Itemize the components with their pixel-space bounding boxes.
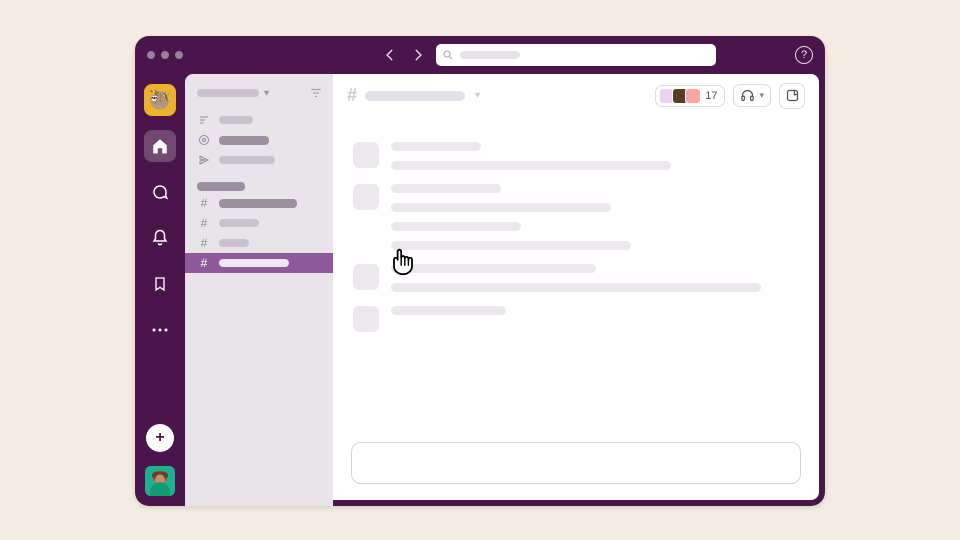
sidebar-label-skeleton [219,156,275,164]
app-window: ? 🦥 + [135,36,825,506]
home-icon [151,137,169,155]
text-skeleton [391,264,596,273]
window-max-dot[interactable] [175,51,183,59]
members-button[interactable]: 17 [655,85,725,107]
window-close-dot[interactable] [147,51,155,59]
message-item[interactable] [353,142,797,170]
channel-label-skeleton [219,199,297,208]
back-button[interactable] [380,45,400,65]
main-panel: # ▾ 17 ▾ [333,74,819,500]
app-body: 🦥 + [135,74,825,506]
help-icon: ? [801,49,807,61]
member-avatars [659,88,701,104]
chevron-down-icon: ▾ [264,88,269,99]
sidebar-nav-mentions[interactable] [185,130,333,150]
sidebar-nav-threads[interactable] [185,110,333,130]
text-skeleton [391,222,521,231]
message-body [391,306,797,332]
channel-item-1[interactable]: # [185,193,333,213]
member-avatar [685,88,701,104]
channel-header: # ▾ 17 ▾ [333,74,819,118]
message-avatar[interactable] [353,142,379,168]
window-controls[interactable] [147,51,183,59]
forward-arrow-icon [411,48,425,62]
rail-home[interactable] [144,130,176,162]
message-item[interactable] [353,184,797,250]
message-avatar[interactable] [353,184,379,210]
chevron-down-icon[interactable]: ▾ [475,90,480,101]
workspace-switcher[interactable]: 🦥 [144,84,176,116]
search-icon [442,49,454,61]
message-body [391,142,797,170]
text-skeleton [391,161,671,170]
titlebar: ? [135,36,825,74]
threads-icon [197,114,211,126]
hash-icon: # [197,196,211,210]
mentions-icon [197,134,211,146]
text-skeleton [391,306,506,315]
user-avatar[interactable] [145,466,175,496]
text-skeleton [391,203,611,212]
channel-item-2[interactable]: # [185,213,333,233]
workspace-name-skeleton [197,89,259,97]
plus-icon: + [155,429,164,447]
chevron-down-icon: ▾ [759,90,764,101]
channel-item-3[interactable]: # [185,233,333,253]
text-skeleton [391,142,481,151]
rail-more[interactable] [144,314,176,346]
back-arrow-icon [383,48,397,62]
drafts-icon [197,154,211,166]
workspace-header[interactable]: ▾ [185,82,333,110]
sidebar-label-skeleton [219,116,253,124]
window-min-dot[interactable] [161,51,169,59]
bell-icon [151,229,169,247]
sidebar-nav-drafts[interactable] [185,150,333,170]
message-body [391,264,797,292]
message-list[interactable] [333,118,819,442]
rail-saved[interactable] [144,268,176,300]
more-icon [151,327,169,333]
hash-icon: # [197,256,211,270]
sidebar-label-skeleton [219,136,269,145]
workspace-icon: 🦥 [149,90,171,111]
text-skeleton [391,184,501,193]
bookmark-icon [152,275,168,293]
channel-item-4[interactable]: # [185,253,333,273]
channels-section-header[interactable] [185,180,333,193]
channel-label-skeleton [219,259,289,267]
hash-icon: # [197,216,211,230]
canvas-button[interactable] [779,83,805,109]
message-avatar[interactable] [353,306,379,332]
huddle-button[interactable]: ▾ [733,84,771,107]
message-body [391,184,797,250]
forward-button[interactable] [408,45,428,65]
channel-label-skeleton [219,219,259,227]
headphones-icon [740,88,755,103]
channel-name-skeleton[interactable] [365,91,465,101]
text-skeleton [391,283,761,292]
message-composer[interactable] [351,442,801,484]
rail-activity[interactable] [144,222,176,254]
channel-label-skeleton [219,239,249,247]
help-button[interactable]: ? [795,46,813,64]
message-item[interactable] [353,264,797,292]
section-label-skeleton [197,182,245,191]
chat-icon [151,183,169,201]
channel-sidebar: ▾ [185,74,333,506]
member-count: 17 [705,90,717,102]
channel-hash-icon: # [347,85,357,106]
hash-icon: # [197,236,211,250]
rail-dms[interactable] [144,176,176,208]
create-button[interactable]: + [146,424,174,452]
canvas-icon [785,88,800,103]
workspace-rail: 🦥 + [135,74,185,506]
search-box[interactable] [436,44,716,66]
message-item[interactable] [353,306,797,332]
message-avatar[interactable] [353,264,379,290]
text-skeleton [391,241,631,250]
avatar-illustration [145,466,175,496]
search-placeholder-skeleton [460,51,520,59]
filter-icon[interactable] [309,86,323,100]
composer-region [333,442,819,500]
